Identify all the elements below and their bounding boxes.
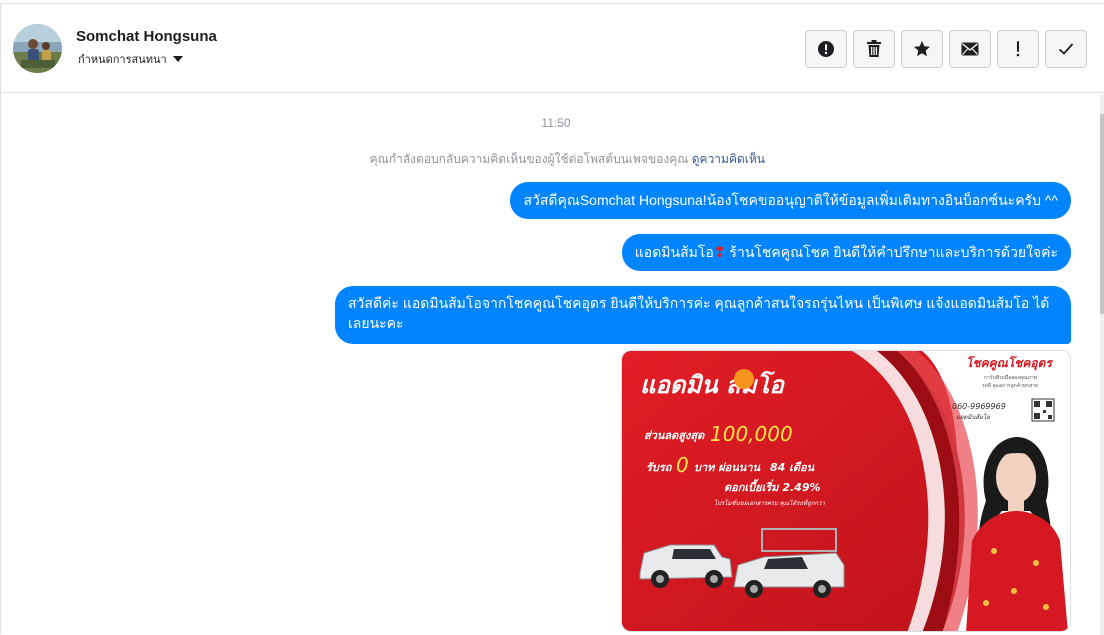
message-timestamp: 11:50 xyxy=(541,116,571,130)
reply-context-note: คุณกำลังตอบกลับความคิดเห็นของผู้ใช้ต่อโพ… xyxy=(370,150,765,169)
message-text: แอดมินส้มโอ xyxy=(634,244,714,260)
promo-fine-print: โปรโมชั่นขอเอกสารครบ คุณได้รถที่ถูกกว่า xyxy=(714,498,825,507)
exclamation-icon xyxy=(1016,41,1020,57)
message-bubble[interactable]: สวัสดีค่ะ แอดมินส้มโอจากโชคคูณโชคอุดร ยิ… xyxy=(335,286,1071,344)
trash-icon xyxy=(867,40,881,57)
reply-context-text: คุณกำลังตอบกลับความคิดเห็นของผู้ใช้ต่อโพ… xyxy=(369,152,689,166)
discount-label: ส่วนลดสูงสุด xyxy=(644,429,705,443)
conversation-pane: Somchat Hongsuna กำหนดการสนทนา 11:50 คุณ… xyxy=(0,3,1104,635)
heart-emoji-icon: ❣ xyxy=(713,244,726,260)
spam-button[interactable] xyxy=(805,30,847,68)
qr-code-icon xyxy=(1031,398,1055,422)
discount-value: 100,000 xyxy=(710,422,793,446)
contact-name[interactable]: Somchat Hongsuna xyxy=(76,28,217,45)
avatar-photo xyxy=(13,24,62,73)
shop-tagline-1: การันตีรถมือสองคุณภาพ xyxy=(984,374,1037,381)
envelope-icon xyxy=(961,42,979,56)
message-bubble[interactable]: สวัสดีคุณSomchat Hongsuna!น้องโชคขออนุญา… xyxy=(510,182,1071,219)
admin-tag: แอดมินส้มโอ xyxy=(956,413,990,421)
alert-circle-icon xyxy=(818,41,834,57)
avatar[interactable] xyxy=(13,24,62,73)
star-icon xyxy=(914,41,930,57)
promo-line-months: 84 เดือน xyxy=(770,461,815,474)
mark-unread-button[interactable] xyxy=(949,30,991,68)
message-thread: 11:50 คุณกำลังตอบกลับความคิดเห็นของผู้ใช… xyxy=(1,94,1104,635)
message-text: ร้านโชคคูณโชค ยินดีให้คำปรึกษาและบริการด… xyxy=(725,244,1058,260)
shop-name: โชคคูณโชคอุดร xyxy=(966,355,1054,371)
promo-image-attachment[interactable]: แอดมิน ส้มโอ ส่วนลดสูงสุด 100,000 รับรถ … xyxy=(621,350,1071,632)
conversation-settings-label: กำหนดการสนทนา xyxy=(78,54,167,66)
follow-up-button[interactable] xyxy=(997,30,1039,68)
chevron-down-icon xyxy=(172,56,183,62)
conversation-settings-dropdown[interactable]: กำหนดการสนทนา xyxy=(78,50,183,68)
delete-button[interactable] xyxy=(853,30,895,68)
action-toolbar xyxy=(805,30,1087,68)
checkmark-icon xyxy=(1058,43,1074,55)
promo-line-zero: 0 xyxy=(676,453,689,477)
thread-scrollbar[interactable] xyxy=(1100,94,1104,635)
done-button[interactable] xyxy=(1045,30,1087,68)
orange-icon xyxy=(734,369,754,389)
scrollbar-thumb[interactable] xyxy=(1100,114,1104,314)
star-button[interactable] xyxy=(901,30,943,68)
promo-line-term: บาท ผ่อนนาน xyxy=(694,461,761,474)
shop-tagline-2: รถดี ดูแลการลูกค้าทุกสาย xyxy=(982,382,1038,389)
promo-banner: แอดมิน ส้มโอ ส่วนลดสูงสุด 100,000 รับรถ … xyxy=(622,351,1070,631)
shop-phone: 060-9969969 xyxy=(952,402,1006,411)
promo-line-down: รับรถ xyxy=(646,461,673,474)
view-comment-link[interactable]: ดูความคิดเห็น xyxy=(692,152,765,166)
conversation-header: Somchat Hongsuna กำหนดการสนทนา xyxy=(1,4,1104,93)
promo-headline: แอดมิน ส้มโอ xyxy=(640,370,785,399)
message-bubble[interactable]: แอดมินส้มโอ❣ ร้านโชคคูณโชค ยินดีให้คำปรึ… xyxy=(621,234,1071,271)
promo-line-interest: ดอกเบี้ยเริ่ม 2.49% xyxy=(724,479,821,494)
